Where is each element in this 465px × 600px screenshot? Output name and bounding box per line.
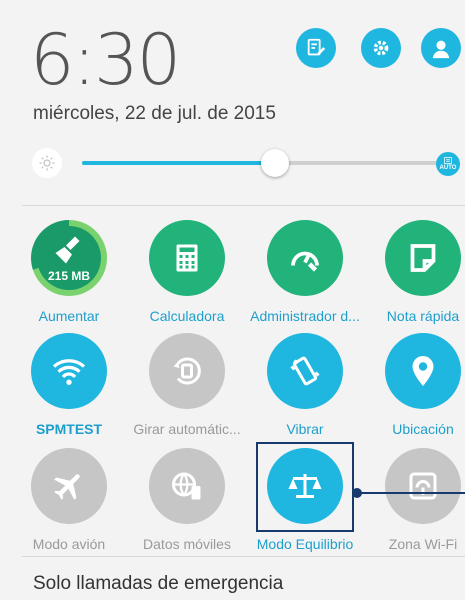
tile-label: Administrador d... <box>250 308 360 324</box>
auto-brightness-icon <box>444 157 452 164</box>
edit-icon <box>307 38 326 56</box>
gear-icon <box>373 40 389 56</box>
auto-brightness-button[interactable]: AUTO <box>436 152 460 176</box>
brightness-slider-thumb[interactable] <box>261 149 289 177</box>
clock-time: 6:30 <box>30 19 181 101</box>
brightness-track-fill <box>82 161 275 165</box>
brightness-sun-icon <box>32 148 62 178</box>
tile-quick-note[interactable]: Nota rápida <box>364 220 465 330</box>
avatar-icon <box>432 40 450 59</box>
brightness-control: AUTO <box>28 142 465 186</box>
tile-label: Modo Equilibrio <box>256 536 354 552</box>
vibrate-icon <box>290 356 320 386</box>
tile-label: Ubicación <box>392 421 454 437</box>
emergency-calls-status: Solo llamadas de emergencia <box>33 573 284 594</box>
memory-badge: 215 MB <box>47 269 91 283</box>
tile-label: SPMTEST <box>35 421 103 437</box>
tile-calculator[interactable]: Calculadora <box>128 220 246 330</box>
tile-auto-rotate[interactable]: Girar automátic... <box>128 333 246 443</box>
tile-wifi-hotspot[interactable]: Zona Wi-Fi <box>364 448 465 558</box>
tile-label: Datos móviles <box>143 536 231 552</box>
divider <box>22 205 465 206</box>
note-icon <box>410 244 436 272</box>
tile-boost[interactable]: 215 MB Aumentar <box>10 220 128 330</box>
callout-line <box>357 492 465 494</box>
tile-label: Calculadora <box>149 308 225 324</box>
callout-dot <box>352 488 362 498</box>
hotspot-icon <box>409 472 437 500</box>
tile-location[interactable]: Ubicación <box>364 333 465 443</box>
tile-label: Girar automátic... <box>133 421 241 437</box>
user-profile-button[interactable] <box>421 28 461 68</box>
airplane-icon <box>54 474 80 500</box>
tile-wifi[interactable]: SPMTEST <box>10 333 128 443</box>
quick-settings-panel: 6:30 miércoles, 22 de jul. de 2015 AUTO … <box>0 0 465 600</box>
tile-mobile-data[interactable]: Datos móviles <box>128 448 246 558</box>
balance-mode-highlight-box <box>256 442 354 532</box>
date-text: miércoles, 22 de jul. de 2015 <box>33 103 276 124</box>
edit-notes-button[interactable] <box>296 28 336 68</box>
tile-label: Modo avión <box>32 536 106 552</box>
divider <box>22 556 465 557</box>
auto-rotate-icon <box>173 357 201 385</box>
tile-vibrate[interactable]: Vibrar <box>246 333 364 443</box>
tile-label: Aumentar <box>38 308 100 324</box>
calculator-icon <box>176 244 198 272</box>
location-pin-icon <box>412 356 434 386</box>
tile-airplane-mode[interactable]: Modo avión <box>10 448 128 558</box>
wifi-icon <box>52 359 86 385</box>
tile-label: Vibrar <box>286 421 324 437</box>
tile-label: Nota rápida <box>386 308 460 324</box>
settings-button[interactable] <box>361 28 401 68</box>
auto-brightness-label: AUTO <box>439 165 457 171</box>
speedometer-wrench-icon <box>291 251 319 272</box>
mobile-data-icon <box>172 472 201 500</box>
tile-label: Zona Wi-Fi <box>388 536 458 552</box>
broom-icon <box>55 236 80 264</box>
tile-manager[interactable]: Administrador d... <box>246 220 364 330</box>
